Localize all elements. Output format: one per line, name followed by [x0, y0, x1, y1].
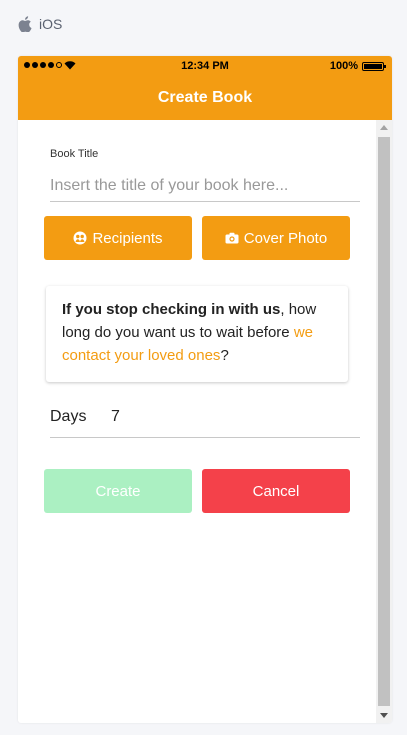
days-input[interactable] — [111, 407, 231, 426]
cancel-button[interactable]: Cancel — [202, 469, 350, 513]
card-strong-text: If you stop checking in with us — [62, 301, 281, 318]
wait-info-card: If you stop checking in with us, how lon… — [46, 286, 348, 382]
page-title: Create Book — [157, 89, 253, 106]
group-icon — [73, 231, 87, 245]
platform-name: iOS — [39, 16, 63, 32]
battery-icon — [362, 62, 386, 71]
scrollbar[interactable] — [376, 120, 392, 723]
scroll-up-arrow-icon[interactable] — [380, 125, 388, 130]
days-label: Days — [50, 407, 87, 425]
days-field: Days — [50, 396, 360, 438]
book-title-label: Book Title — [50, 148, 99, 160]
recipients-button[interactable]: Recipients — [44, 216, 192, 260]
scroll-down-arrow-icon[interactable] — [380, 713, 388, 718]
book-title-input[interactable] — [50, 170, 360, 202]
card-end-text: ? — [220, 347, 229, 364]
status-bar: 12:34 PM 100% — [18, 56, 392, 76]
header-bar: 12:34 PM 100% Create Book — [18, 56, 392, 120]
scroll-thumb[interactable] — [378, 137, 390, 706]
phone-frame: 12:34 PM 100% Create Book Book Title Rec… — [18, 56, 392, 723]
battery-percent: 100% — [329, 60, 358, 72]
cover-photo-button[interactable]: Cover Photo — [202, 216, 350, 260]
form-content: Book Title Recipients — [18, 120, 392, 723]
camera-icon — [225, 231, 239, 245]
create-button[interactable]: Create — [44, 469, 192, 513]
platform-label: iOS — [18, 16, 62, 32]
cover-photo-label: Cover Photo — [243, 229, 328, 247]
apple-icon — [18, 16, 32, 32]
recipients-label: Recipients — [92, 229, 163, 247]
